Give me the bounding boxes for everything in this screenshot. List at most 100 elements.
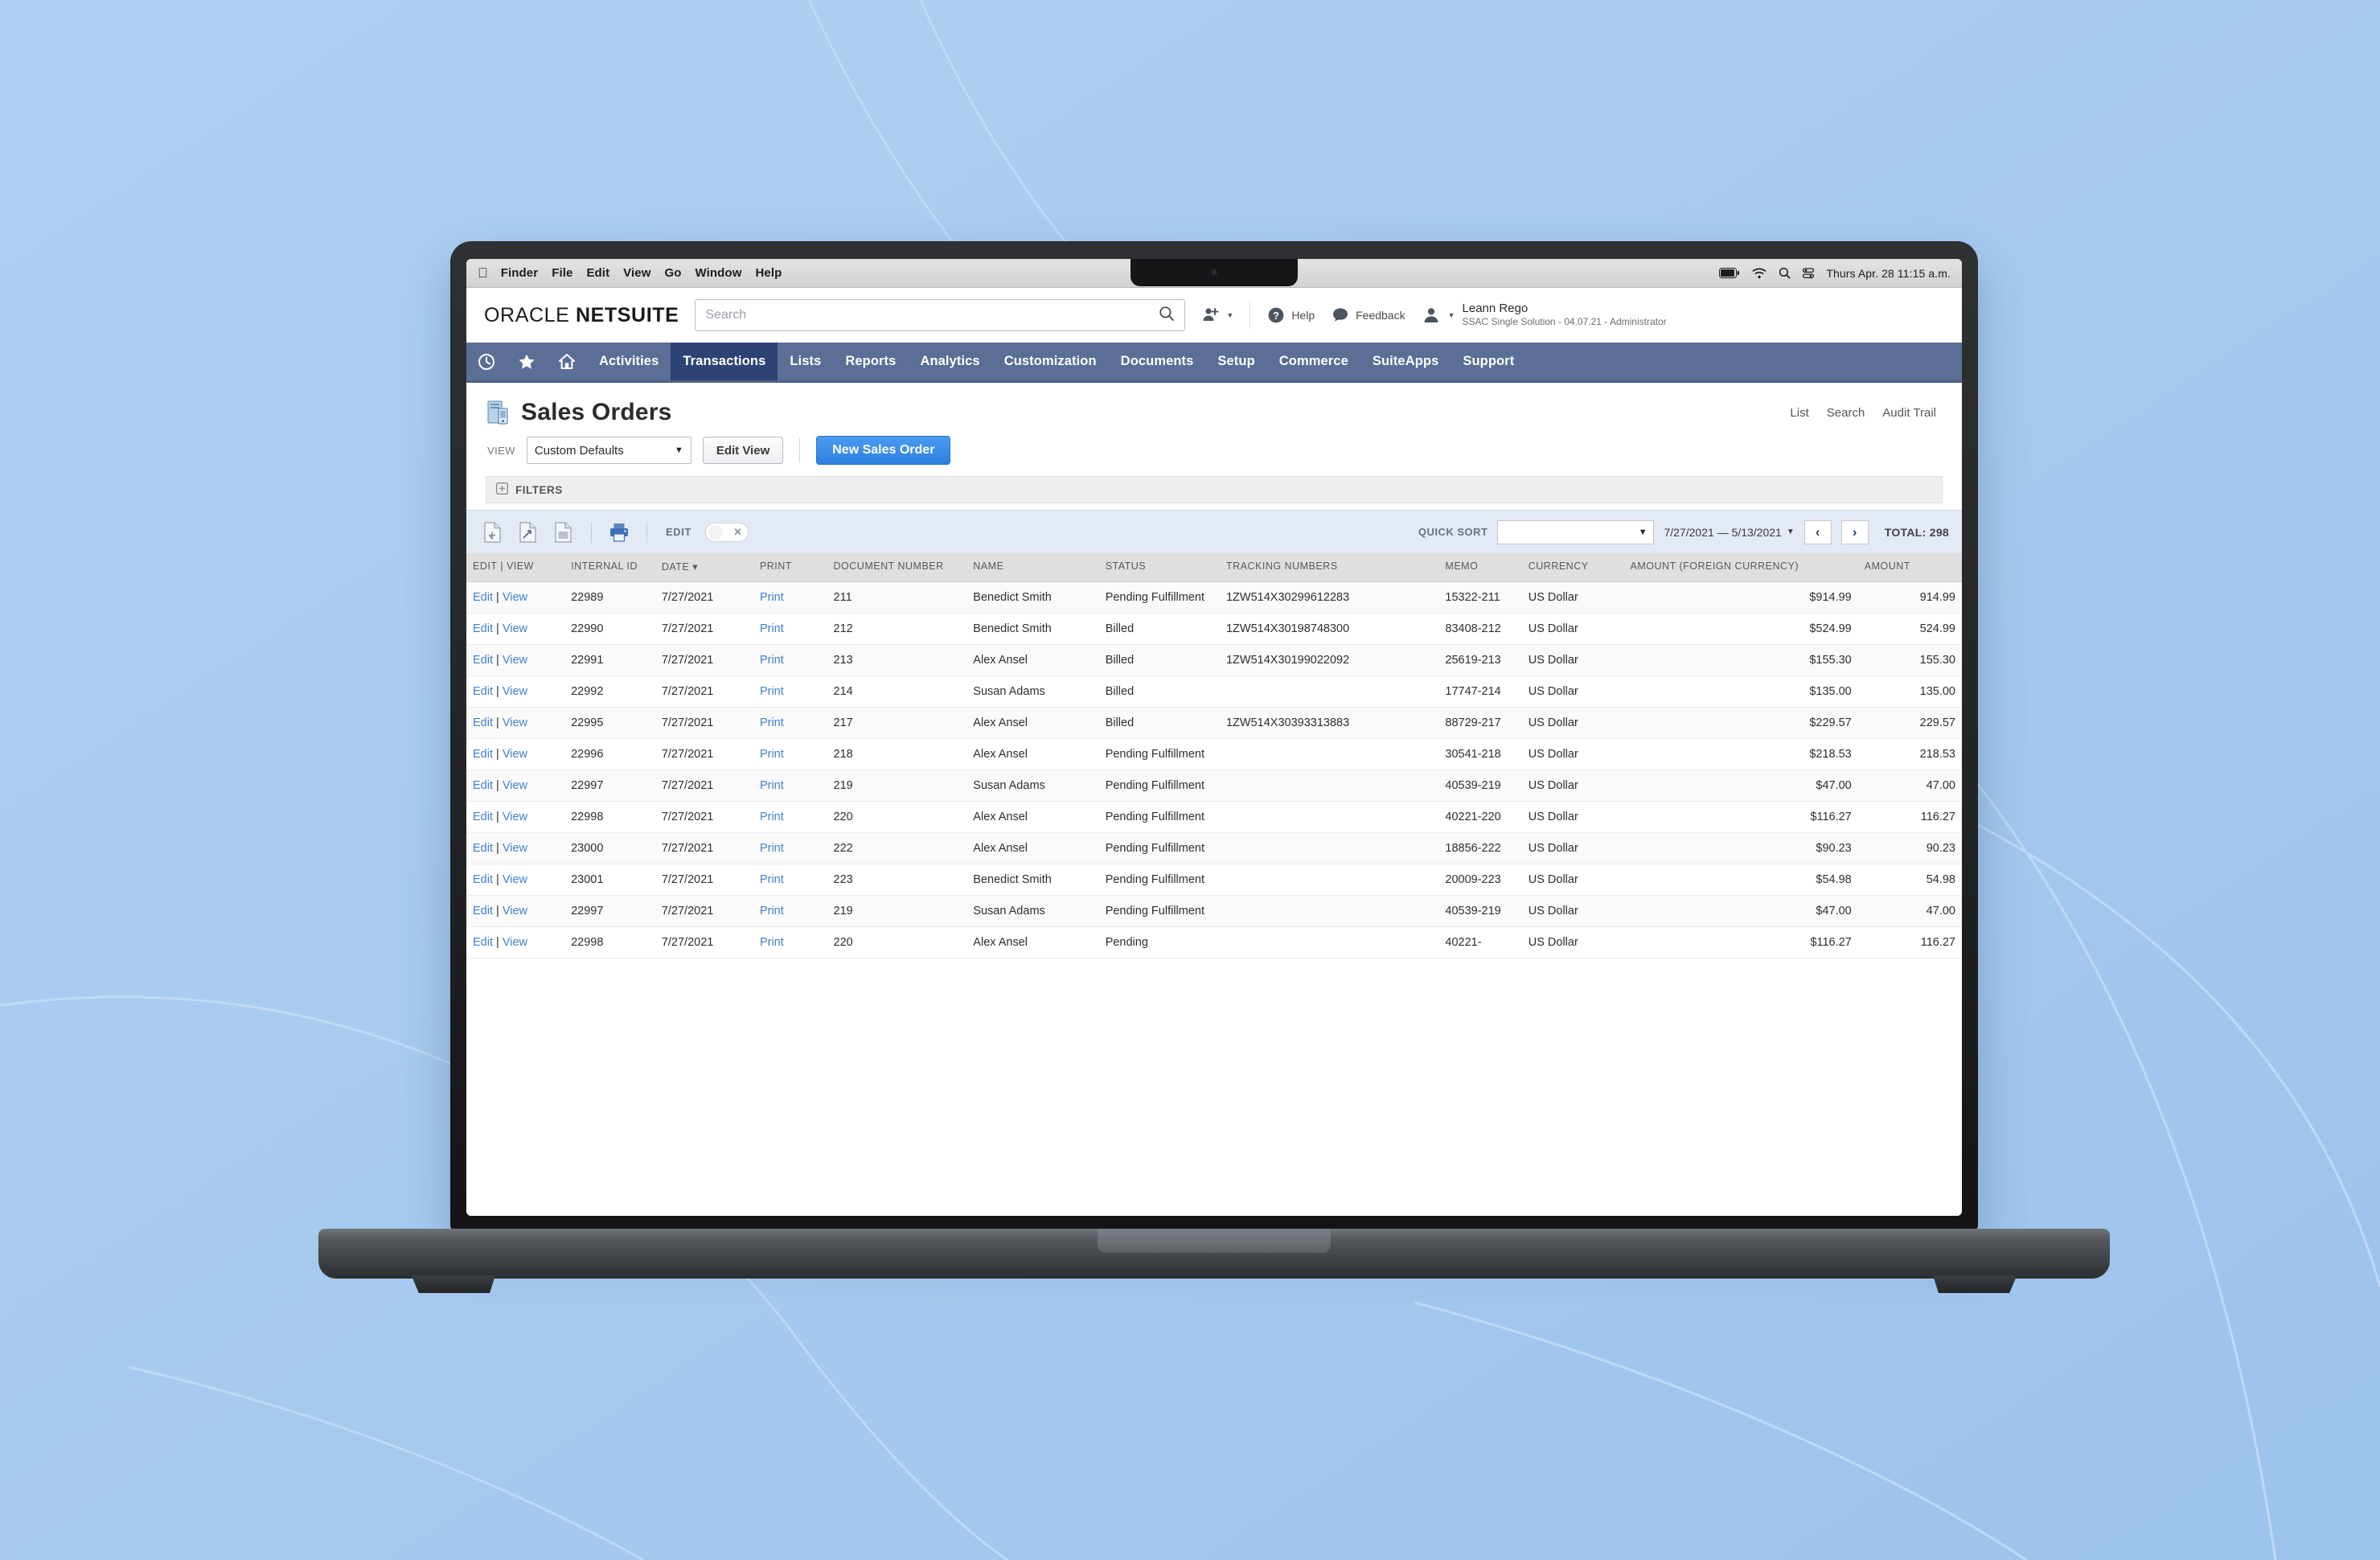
table-row[interactable]: Edit | View 22998 7/27/2021 Print 220 Alex An… (466, 926, 1962, 959)
table-row[interactable]: Edit | View 23001 7/27/2021 Print 223 Benedic… (466, 864, 1962, 896)
spotlight-search-icon[interactable] (1779, 267, 1791, 279)
cell-edit-view[interactable]: Edit | View (466, 832, 565, 864)
col-amount-foreign[interactable]: AMOUNT (FOREIGN CURRENCY) (1623, 553, 1858, 582)
quick-add-icon[interactable] (1201, 306, 1221, 325)
export-pdf-icon[interactable] (550, 520, 577, 544)
table-row[interactable]: Edit | View 22997 7/27/2021 Print 219 Susan A… (466, 770, 1962, 802)
filters-expand-icon[interactable] (495, 482, 509, 497)
cell-edit-view[interactable]: Edit | View (466, 644, 565, 676)
chevron-down-icon[interactable]: ▼ (1226, 311, 1233, 319)
print-link[interactable]: Print (760, 842, 784, 855)
cell-edit-view[interactable]: Edit | View (466, 926, 565, 959)
user-menu[interactable]: ▼ Leann Rego SSAC Single Solution - 04.0… (1422, 302, 1667, 327)
menu-window[interactable]: Window (696, 266, 742, 280)
col-document-number[interactable]: DOCUMENT NUMBER (827, 553, 967, 582)
table-row[interactable]: Edit | View 23000 7/27/2021 Print 222 Alex An… (466, 832, 1962, 864)
edit-link[interactable]: Edit (473, 905, 493, 918)
cell-edit-view[interactable]: Edit | View (466, 895, 565, 927)
cell-print[interactable]: Print (753, 738, 827, 770)
menu-help[interactable]: Help (755, 266, 782, 280)
quick-sort-select[interactable]: ▼ (1497, 519, 1655, 544)
print-link[interactable]: Print (760, 811, 784, 823)
search-input[interactable] (705, 308, 1159, 322)
cell-print[interactable]: Print (753, 581, 827, 614)
col-edit-view[interactable]: EDIT | VIEW (466, 553, 565, 582)
cell-print[interactable]: Print (753, 801, 827, 833)
cell-print[interactable]: Print (753, 613, 827, 645)
global-search-box[interactable] (695, 299, 1186, 331)
table-row[interactable]: Edit | View 22991 7/27/2021 Print 213 Alex An… (466, 644, 1962, 676)
nav-item-analytics[interactable]: Analytics (908, 343, 991, 380)
next-page-button[interactable]: › (1840, 519, 1869, 544)
netsuite-logo[interactable]: ORACLE NETSUITE (484, 304, 679, 327)
view-link[interactable]: View (503, 873, 527, 886)
nav-item-activities[interactable]: Activities (587, 343, 671, 380)
menu-view[interactable]: View (623, 266, 650, 280)
cell-edit-view[interactable]: Edit | View (466, 707, 565, 739)
cell-print[interactable]: Print (753, 832, 827, 864)
new-sales-order-button[interactable]: New Sales Order (816, 436, 951, 465)
cell-print[interactable]: Print (753, 707, 827, 739)
help-circle-icon[interactable]: ? (1266, 306, 1286, 325)
col-print[interactable]: PRINT (753, 553, 827, 582)
view-link[interactable]: View (503, 591, 527, 604)
view-link[interactable]: View (503, 842, 527, 855)
col-internal-id[interactable]: INTERNAL ID (564, 553, 655, 582)
print-link[interactable]: Print (760, 716, 784, 729)
table-row[interactable]: Edit | View 22998 7/27/2021 Print 220 Alex An… (466, 801, 1962, 833)
menu-finder[interactable]: Finder (501, 266, 538, 280)
page-link-list[interactable]: List (1790, 406, 1808, 420)
filters-bar[interactable]: FILTERS (486, 476, 1943, 503)
battery-icon[interactable] (1719, 268, 1740, 278)
nav-item-customization[interactable]: Customization (992, 343, 1109, 380)
cell-edit-view[interactable]: Edit | View (466, 801, 565, 833)
cell-edit-view[interactable]: Edit | View (466, 738, 565, 770)
table-row[interactable]: Edit | View 22995 7/27/2021 Print 217 Alex An… (466, 707, 1962, 739)
print-link[interactable]: Print (760, 654, 784, 667)
feedback-button[interactable]: Feedback (1331, 306, 1405, 325)
nav-item-lists[interactable]: Lists (778, 343, 833, 380)
nav-item-setup[interactable]: Setup (1205, 343, 1266, 380)
home-icon[interactable] (547, 343, 587, 380)
cell-print[interactable]: Print (753, 895, 827, 927)
quick-add-menu[interactable]: ▼ (1201, 306, 1233, 325)
col-currency[interactable]: CURRENCY (1521, 553, 1624, 582)
edit-link[interactable]: Edit (473, 622, 493, 635)
print-link[interactable]: Print (760, 591, 784, 604)
print-link[interactable]: Print (760, 685, 784, 698)
menu-go[interactable]: Go (664, 266, 681, 280)
view-link[interactable]: View (503, 936, 527, 949)
nav-item-reports[interactable]: Reports (833, 343, 908, 380)
chevron-down-icon[interactable]: ▼ (675, 445, 683, 455)
edit-link[interactable]: Edit (473, 936, 493, 949)
col-status[interactable]: STATUS (1098, 553, 1220, 582)
table-row[interactable]: Edit | View 22989 7/27/2021 Print 211 Benedic… (466, 581, 1962, 614)
chevron-down-icon[interactable]: ▼ (1639, 528, 1648, 537)
cell-edit-view[interactable]: Edit | View (466, 770, 565, 802)
cell-print[interactable]: Print (753, 675, 827, 708)
recent-records-icon[interactable] (466, 343, 507, 380)
view-link[interactable]: View (503, 905, 527, 918)
edit-link[interactable]: Edit (473, 811, 493, 823)
table-row[interactable]: Edit | View 22996 7/27/2021 Print 218 Alex An… (466, 738, 1962, 770)
col-date[interactable]: DATE ▾ (654, 553, 753, 582)
wifi-icon[interactable] (1752, 268, 1767, 279)
export-csv-icon[interactable] (479, 520, 507, 544)
view-link[interactable]: View (503, 811, 527, 823)
view-link[interactable]: View (503, 685, 527, 698)
menu-file[interactable]: File (552, 266, 572, 280)
cell-edit-view[interactable]: Edit | View (466, 581, 565, 614)
edit-link[interactable]: Edit (473, 873, 493, 886)
print-link[interactable]: Print (760, 748, 784, 761)
table-row[interactable]: Edit | View 22990 7/27/2021 Print 212 Benedic… (466, 613, 1962, 645)
print-link[interactable]: Print (760, 873, 784, 886)
cell-print[interactable]: Print (753, 926, 827, 959)
cell-edit-view[interactable]: Edit | View (466, 613, 565, 645)
edit-link[interactable]: Edit (473, 842, 493, 855)
view-link[interactable]: View (503, 779, 527, 792)
date-range-filter[interactable]: 7/27/2021 — 5/13/2021 ▼ (1664, 526, 1794, 539)
cell-print[interactable]: Print (753, 644, 827, 676)
edit-link[interactable]: Edit (473, 685, 493, 698)
chevron-down-icon[interactable]: ▼ (1787, 528, 1795, 536)
nav-item-suiteapps[interactable]: SuiteApps (1360, 343, 1451, 380)
